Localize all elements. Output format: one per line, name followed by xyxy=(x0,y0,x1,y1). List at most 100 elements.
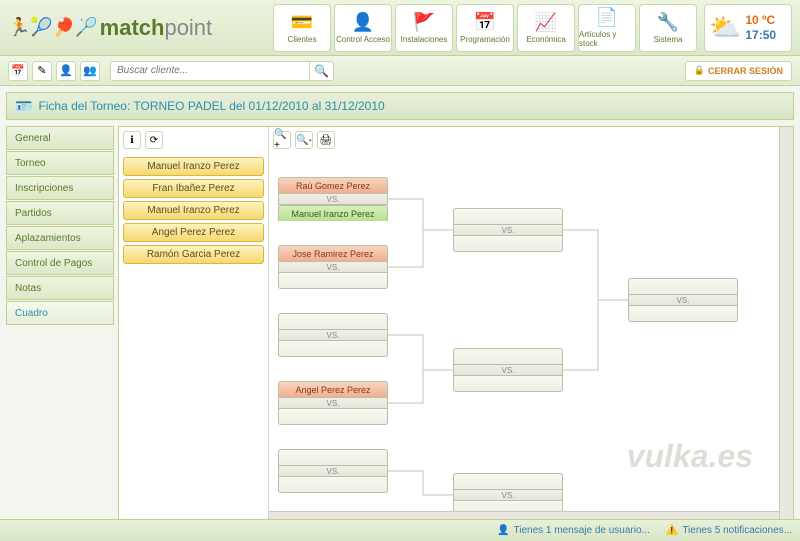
zoom-out-button[interactable]: 🔍- xyxy=(295,131,313,149)
page-title: Ficha del Torneo: TORNEO PADEL del 01/12… xyxy=(38,99,384,113)
match-slot[interactable]: VS. xyxy=(453,348,563,392)
sidebar-item-partidos[interactable]: Partidos xyxy=(6,201,114,225)
card-icon: 🪪 xyxy=(15,98,32,115)
topnav-económica[interactable]: 📈Económica xyxy=(517,4,575,52)
match-slot[interactable]: VS. xyxy=(278,449,388,493)
user2-button[interactable]: 👥 xyxy=(80,61,100,81)
search-button[interactable]: 🔍 xyxy=(310,61,334,81)
topnav-icon: 💳 xyxy=(291,12,313,33)
player-tools: ℹ ⟳ xyxy=(123,131,264,149)
logo-text: matchpoint xyxy=(100,15,213,41)
topnav-clientes[interactable]: 💳Clientes xyxy=(273,4,331,52)
match-player-bottom xyxy=(453,376,563,392)
sidebar-item-control-de-pagos[interactable]: Control de Pagos xyxy=(6,251,114,275)
weather-temp: 10 ºC xyxy=(745,13,776,27)
topnav: 💳Clientes👤Control Acceso🚩Instalaciones📅P… xyxy=(273,4,700,52)
match-player-bottom xyxy=(278,273,388,289)
match-player-top: Raú Gomez Perez xyxy=(278,177,388,193)
match-player-top xyxy=(453,348,563,364)
player-chip[interactable]: Fran Ibañez Perez xyxy=(123,179,264,198)
match-slot[interactable]: VS. xyxy=(453,208,563,252)
match-vs: VS. xyxy=(628,294,738,306)
match-slot[interactable]: VS. xyxy=(628,278,738,322)
sidebar: GeneralTorneoInscripcionesPartidosAplaza… xyxy=(6,126,114,526)
match-player-bottom xyxy=(278,477,388,493)
content: GeneralTorneoInscripcionesPartidosAplaza… xyxy=(0,126,800,526)
match-player-bottom xyxy=(628,306,738,322)
player-chip[interactable]: Manuel Iranzo Perez xyxy=(123,201,264,220)
match-player-top xyxy=(453,208,563,224)
match-vs: VS. xyxy=(278,465,388,477)
toolbar: 📅 ✎ 👤 👥 🔍 🔒 CERRAR SESIÓN xyxy=(0,56,800,86)
info-button[interactable]: ℹ xyxy=(123,131,141,149)
match-vs: VS. xyxy=(453,489,563,501)
match-player-top: Jose Ramirez Perez xyxy=(278,245,388,261)
weather-widget: ⛅ 10 ºC 17:50 xyxy=(704,4,792,52)
match-player-bottom xyxy=(278,341,388,357)
match-player-top xyxy=(453,473,563,489)
topnav-control-acceso[interactable]: 👤Control Acceso xyxy=(334,4,392,52)
match-vs: VS. xyxy=(278,261,388,273)
weather-time: 17:50 xyxy=(745,28,776,42)
match-vs: VS. xyxy=(278,193,388,205)
player-chip[interactable]: Angel Perez Perez xyxy=(123,223,264,242)
bracket-area: 🔍+ 🔍- 🖨 Raú Gomez PerezVS.Manuel Iranzo … xyxy=(269,127,793,525)
main-panel: ℹ ⟳ Manuel Iranzo Perez Fran Ibañez Perez… xyxy=(118,126,794,526)
match-player-top xyxy=(628,278,738,294)
match-slot[interactable]: VS. xyxy=(278,313,388,357)
match-slot[interactable]: Raú Gomez PerezVS.Manuel Iranzo Perez xyxy=(278,177,388,221)
sidebar-item-cuadro[interactable]: Cuadro xyxy=(6,301,114,325)
topnav-icon: 👤 xyxy=(352,12,374,33)
lock-icon: 🔒 xyxy=(694,65,705,76)
topnav-artículos-y-stock[interactable]: 📄Artículos y stock xyxy=(578,4,636,52)
weather-icon: ⛅ xyxy=(709,12,741,43)
player-list-panel: ℹ ⟳ Manuel Iranzo Perez Fran Ibañez Perez… xyxy=(119,127,269,525)
bracket-tools: 🔍+ 🔍- 🖨 xyxy=(273,131,789,149)
logo: 🏃🎾🏓🏸 matchpoint xyxy=(8,15,212,41)
match-slot[interactable]: Jose Ramirez PerezVS. xyxy=(278,245,388,289)
sidebar-item-aplazamientos[interactable]: Aplazamientos xyxy=(6,226,114,250)
zoom-in-button[interactable]: 🔍+ xyxy=(273,131,291,149)
match-player-bottom xyxy=(278,409,388,425)
topnav-icon: 🚩 xyxy=(413,12,435,33)
sidebar-item-notas[interactable]: Notas xyxy=(6,276,114,300)
messages-link[interactable]: 👤 Tienes 1 mensaje de usuario... xyxy=(497,525,650,536)
calendar-button[interactable]: 📅 xyxy=(8,61,28,81)
match-vs: VS. xyxy=(278,329,388,341)
topnav-programación[interactable]: 📅Programación xyxy=(456,4,514,52)
match-player-top xyxy=(278,313,388,329)
logo-figures-icon: 🏃🎾🏓🏸 xyxy=(8,17,98,38)
user1-button[interactable]: 👤 xyxy=(56,61,76,81)
user-icon: 👤 xyxy=(497,525,509,536)
topnav-icon: 📈 xyxy=(535,12,557,33)
print-button[interactable]: 🖨 xyxy=(317,131,335,149)
header: 🏃🎾🏓🏸 matchpoint 💳Clientes👤Control Acceso… xyxy=(0,0,800,56)
edit-button[interactable]: ✎ xyxy=(32,61,52,81)
warning-icon: ⚠️ xyxy=(666,525,678,536)
match-vs: VS. xyxy=(453,364,563,376)
player-chip[interactable]: Ramón Garcia Perez xyxy=(123,245,264,264)
page-title-bar: 🪪 Ficha del Torneo: TORNEO PADEL del 01/… xyxy=(6,92,794,120)
bracket: Raú Gomez PerezVS.Manuel Iranzo PerezJos… xyxy=(273,155,789,515)
search-input[interactable] xyxy=(110,61,310,81)
sidebar-item-torneo[interactable]: Torneo xyxy=(6,151,114,175)
match-player-bottom: Manuel Iranzo Perez xyxy=(278,205,388,221)
scrollbar-vertical[interactable] xyxy=(779,127,793,525)
topnav-icon: 📄 xyxy=(596,7,618,28)
match-slot[interactable]: Angel Perez PerezVS. xyxy=(278,381,388,425)
notifications-link[interactable]: ⚠️ Tienes 5 notificaciones... xyxy=(666,525,792,536)
match-vs: VS. xyxy=(278,397,388,409)
sidebar-item-inscripciones[interactable]: Inscripciones xyxy=(6,176,114,200)
sidebar-item-general[interactable]: General xyxy=(6,126,114,150)
logout-button[interactable]: 🔒 CERRAR SESIÓN xyxy=(685,61,792,81)
refresh-button[interactable]: ⟳ xyxy=(145,131,163,149)
topnav-icon: 📅 xyxy=(474,12,496,33)
footer: 👤 Tienes 1 mensaje de usuario... ⚠️ Tien… xyxy=(0,519,800,541)
match-player-top: Angel Perez Perez xyxy=(278,381,388,397)
topnav-sistema[interactable]: 🔧Sistema xyxy=(639,4,697,52)
search-wrap: 🔍 xyxy=(110,61,334,81)
match-player-bottom xyxy=(453,236,563,252)
topnav-instalaciones[interactable]: 🚩Instalaciones xyxy=(395,4,453,52)
topnav-icon: 🔧 xyxy=(657,12,679,33)
player-chip[interactable]: Manuel Iranzo Perez xyxy=(123,157,264,176)
